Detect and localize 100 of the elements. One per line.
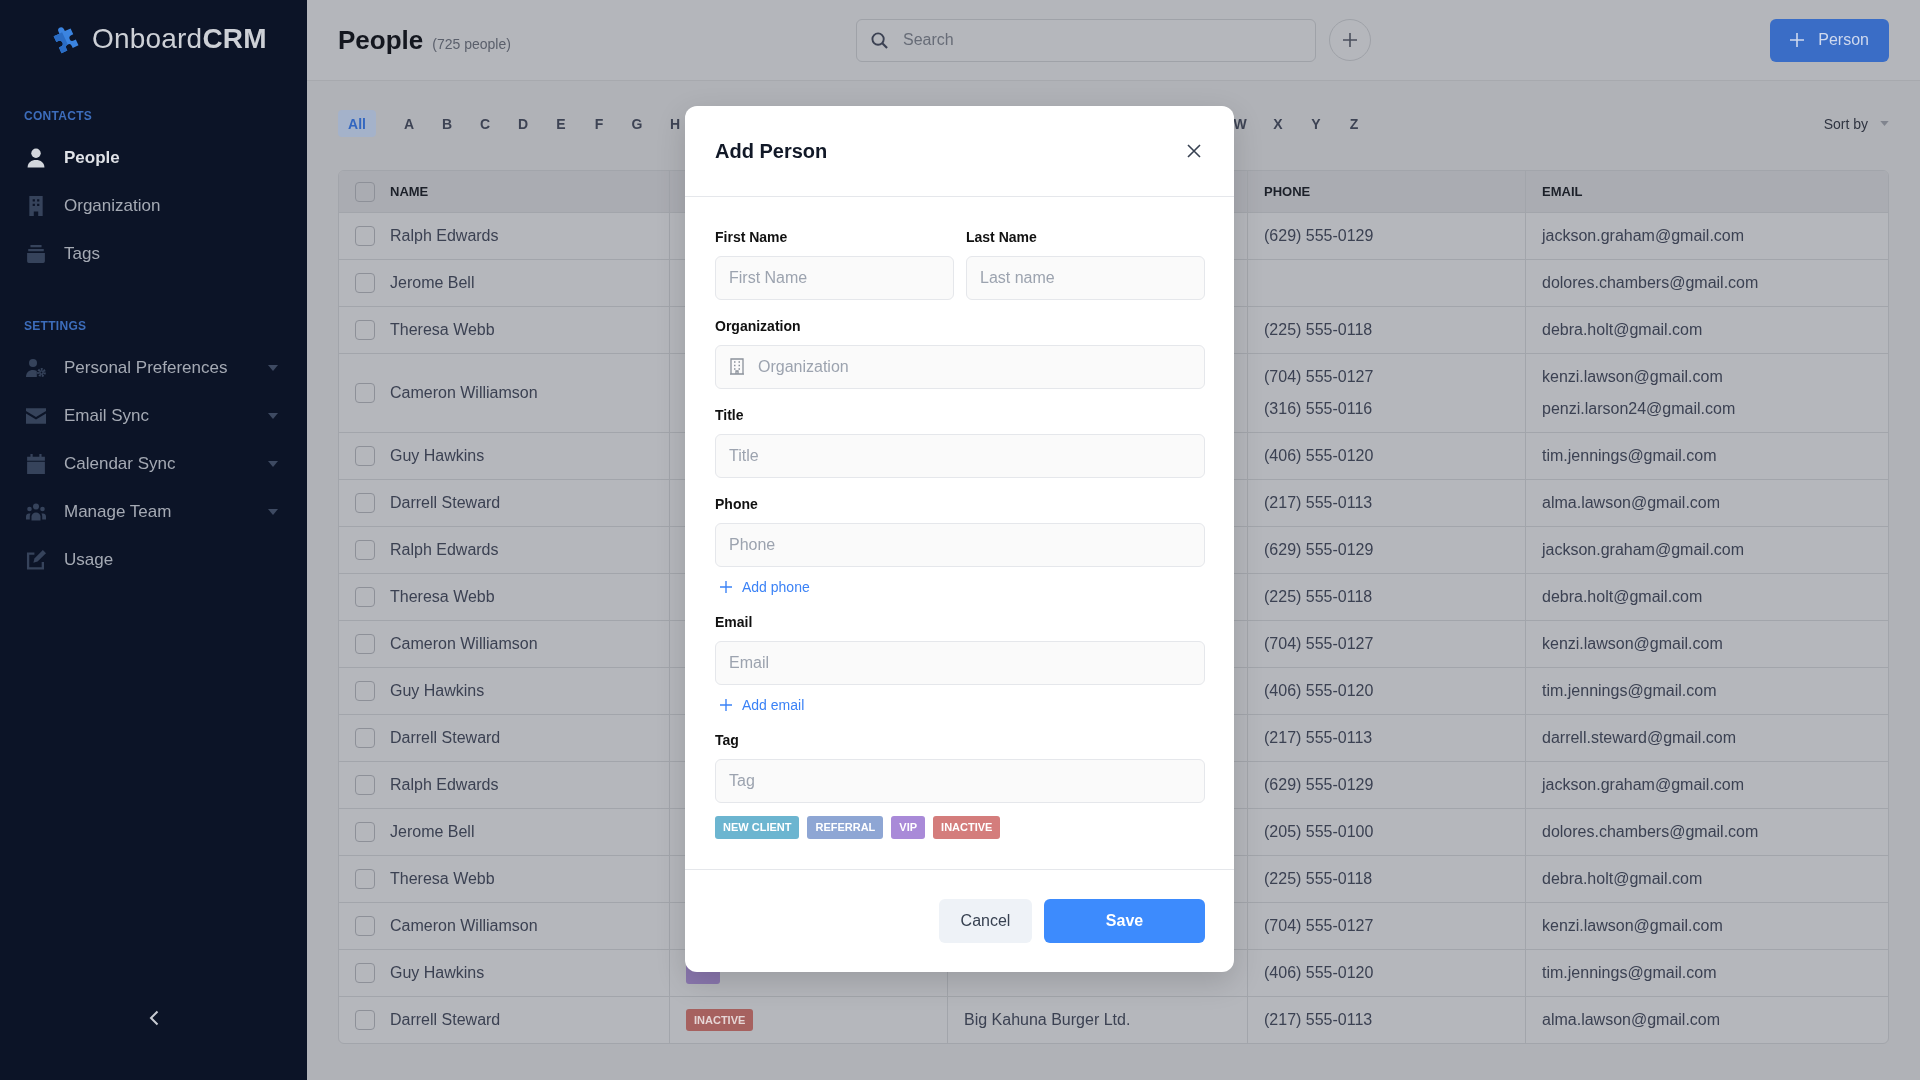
plus-icon	[720, 699, 732, 711]
field-label: Last Name	[966, 228, 1038, 246]
building-icon	[730, 358, 744, 375]
person-name: Cameron Williamson	[390, 634, 538, 654]
person-name: Theresa Webb	[390, 320, 495, 340]
email-address: debra.holt@gmail.com	[1542, 320, 1703, 340]
checkbox[interactable]	[355, 181, 375, 202]
nav-item[interactable]: Calendar Sync	[0, 440, 307, 488]
letter-filter[interactable]: Y	[1297, 110, 1335, 137]
field-label: First Name	[715, 228, 789, 246]
email-address: alma.lawson@gmail.com	[1542, 493, 1721, 513]
letter-filter[interactable]: X	[1259, 110, 1297, 137]
letter-filter[interactable]: All	[338, 110, 376, 137]
nav-item[interactable]: Usage	[0, 536, 307, 584]
sort-dropdown[interactable]: Sort by	[1823, 115, 1889, 132]
person-name: Guy Hawkins	[390, 681, 485, 701]
letter-filter[interactable]: G	[618, 110, 656, 137]
person-name: Guy Hawkins	[390, 963, 485, 983]
add-link[interactable]: Add phone	[715, 578, 810, 596]
nav-item[interactable]: People	[0, 134, 307, 182]
plus-icon	[1343, 33, 1357, 47]
cancel-button[interactable]: Cancel	[939, 899, 1032, 943]
checkbox[interactable]	[355, 963, 375, 983]
checkbox[interactable]	[355, 493, 375, 513]
tag-chip: INACTIVE	[686, 1009, 754, 1031]
phone-number: (225) 555-0118	[1264, 869, 1373, 889]
letter-filter[interactable]: E	[542, 110, 580, 137]
letter-filter[interactable]: A	[390, 110, 428, 137]
add-button[interactable]	[1329, 19, 1371, 61]
person-name: Theresa Webb	[390, 587, 495, 607]
field-label: Tag	[715, 731, 740, 749]
email-address: dolores.chambers@gmail.com	[1542, 273, 1759, 293]
nav-item[interactable]: Email Sync	[0, 392, 307, 440]
checkbox[interactable]	[355, 681, 375, 701]
letter-filter[interactable]: D	[504, 110, 542, 137]
email-address: penzi.larson24@gmail.com	[1542, 399, 1736, 419]
email-address: kenzi.lawson@gmail.com	[1542, 367, 1723, 387]
checkbox[interactable]	[355, 1010, 375, 1030]
nav-item[interactable]: Organization	[0, 182, 307, 230]
phone-number: (629) 555-0129	[1264, 226, 1374, 246]
checkbox[interactable]	[355, 226, 375, 246]
letter-filter[interactable]: C	[466, 110, 504, 137]
checkbox[interactable]	[355, 587, 375, 607]
checkbox[interactable]	[355, 916, 375, 936]
input-field[interactable]: Email	[715, 641, 1205, 685]
close-button[interactable]	[1187, 144, 1201, 158]
input-field[interactable]: Last name	[966, 256, 1205, 300]
nav-item[interactable]: Tags	[0, 230, 307, 278]
input-field[interactable]: Phone	[715, 523, 1205, 567]
nav-item[interactable]: Manage Team	[0, 488, 307, 536]
tag-chip[interactable]: VIP	[891, 816, 926, 839]
plus-icon	[1790, 33, 1805, 47]
letter-filter[interactable]: Z	[1335, 110, 1373, 137]
phone-number: (225) 555-0118	[1264, 320, 1373, 340]
input-field[interactable]: First Name	[715, 256, 954, 300]
phone-number: (406) 555-0120	[1264, 681, 1374, 701]
checkbox[interactable]	[355, 273, 375, 293]
email-address: kenzi.lawson@gmail.com	[1542, 916, 1723, 936]
tag-chip[interactable]: INACTIVE	[933, 816, 1001, 839]
search-field[interactable]: Search	[856, 18, 1316, 62]
collapse-button[interactable]	[148, 1010, 159, 1026]
checkbox[interactable]	[355, 540, 375, 560]
email-address: tim.jennings@gmail.com	[1542, 681, 1717, 701]
email-address: jackson.graham@gmail.com	[1542, 226, 1745, 246]
tag-chip[interactable]: REFERRAL	[807, 816, 884, 839]
checkbox[interactable]	[355, 446, 375, 466]
add-link[interactable]: Add email	[715, 696, 805, 714]
checkbox[interactable]	[355, 869, 375, 889]
checkbox[interactable]	[355, 822, 375, 842]
field-label: Organization	[715, 317, 802, 335]
letter-filter[interactable]: H	[656, 110, 694, 137]
checkbox[interactable]	[355, 728, 375, 748]
close-icon	[1187, 144, 1201, 158]
person-name: Guy Hawkins	[390, 446, 485, 466]
section-heading: CONTACTS	[24, 108, 94, 124]
person-gear-icon	[26, 358, 46, 378]
email-address: debra.holt@gmail.com	[1542, 587, 1703, 607]
checkbox[interactable]	[355, 634, 375, 654]
save-button[interactable]: Save	[1044, 899, 1205, 943]
phone-number: (217) 555-0113	[1264, 493, 1373, 513]
checkbox[interactable]	[355, 383, 375, 403]
phone-number: (316) 555-0116	[1264, 399, 1373, 419]
person-name: Ralph Edwards	[390, 540, 499, 560]
checkbox[interactable]	[355, 775, 375, 795]
letter-filter[interactable]: W	[1221, 110, 1259, 137]
input-field[interactable]: Organization	[715, 345, 1205, 389]
phone-number: (406) 555-0120	[1264, 963, 1374, 983]
letter-filter[interactable]: B	[428, 110, 466, 137]
input-field[interactable]: Tag	[715, 759, 1205, 803]
person-name: Cameron Williamson	[390, 383, 538, 403]
calendar-icon	[26, 454, 46, 474]
people-count: (725 people)	[432, 35, 511, 52]
field-label: Phone	[715, 495, 759, 513]
letter-filter[interactable]: F	[580, 110, 618, 137]
input-field[interactable]: Title	[715, 434, 1205, 478]
checkbox[interactable]	[355, 320, 375, 340]
add-person-button[interactable]: Person	[1770, 18, 1889, 62]
person-name: Darrell Steward	[390, 728, 501, 748]
nav-item[interactable]: Personal Preferences	[0, 344, 307, 392]
person-name: Cameron Williamson	[390, 916, 538, 936]
